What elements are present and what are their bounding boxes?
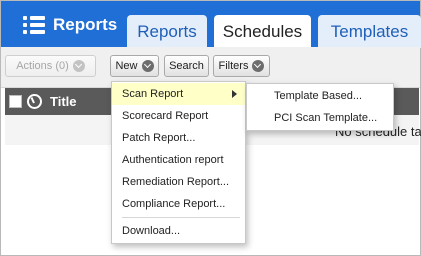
app-header: Reports Reports Schedules Templates xyxy=(1,1,421,48)
menu-item-patch-report[interactable]: Patch Report... xyxy=(112,127,245,149)
menu-item-download[interactable]: Download... xyxy=(112,220,245,242)
menu-item-scorecard-report[interactable]: Scorecard Report xyxy=(112,105,245,127)
menu-divider xyxy=(122,217,240,218)
chevron-down-icon xyxy=(72,60,85,72)
submenu-arrow-icon xyxy=(232,90,237,98)
clock-icon xyxy=(27,94,42,109)
tab-reports[interactable]: Reports xyxy=(127,15,207,48)
menu-item-scan-report[interactable]: Scan Report xyxy=(112,83,245,105)
filters-button[interactable]: Filters xyxy=(213,55,270,77)
chevron-down-icon xyxy=(141,60,154,72)
chevron-down-icon xyxy=(252,60,265,72)
actions-label: Actions (0) xyxy=(16,60,69,72)
new-label: New xyxy=(115,60,138,72)
column-title[interactable]: Title xyxy=(50,94,77,109)
new-dropdown-menu: Scan Report Scorecard Report Patch Repor… xyxy=(111,81,246,244)
tab-schedules[interactable]: Schedules xyxy=(214,15,311,48)
filters-label: Filters xyxy=(218,60,249,72)
menu-item-compliance-report[interactable]: Compliance Report... xyxy=(112,193,245,215)
actions-button[interactable]: Actions (0) xyxy=(5,55,96,77)
menu-item-authentication-report[interactable]: Authentication report xyxy=(112,149,245,171)
menu-item-remediation-report[interactable]: Remediation Report... xyxy=(112,171,245,193)
tab-templates[interactable]: Templates xyxy=(318,15,421,48)
submenu-item-pci-scan-template[interactable]: PCI Scan Template... xyxy=(247,107,393,129)
select-all-checkbox[interactable] xyxy=(9,95,22,108)
app-title: Reports xyxy=(53,15,118,34)
menu-item-label: Scan Report xyxy=(122,88,184,100)
submenu-item-template-based[interactable]: Template Based... xyxy=(247,85,393,107)
new-button[interactable]: New xyxy=(110,55,159,77)
search-button[interactable]: Search xyxy=(164,55,209,77)
scan-report-submenu: Template Based... PCI Scan Template... xyxy=(246,83,394,131)
list-icon xyxy=(23,16,45,34)
app-brand[interactable]: Reports xyxy=(23,15,117,35)
